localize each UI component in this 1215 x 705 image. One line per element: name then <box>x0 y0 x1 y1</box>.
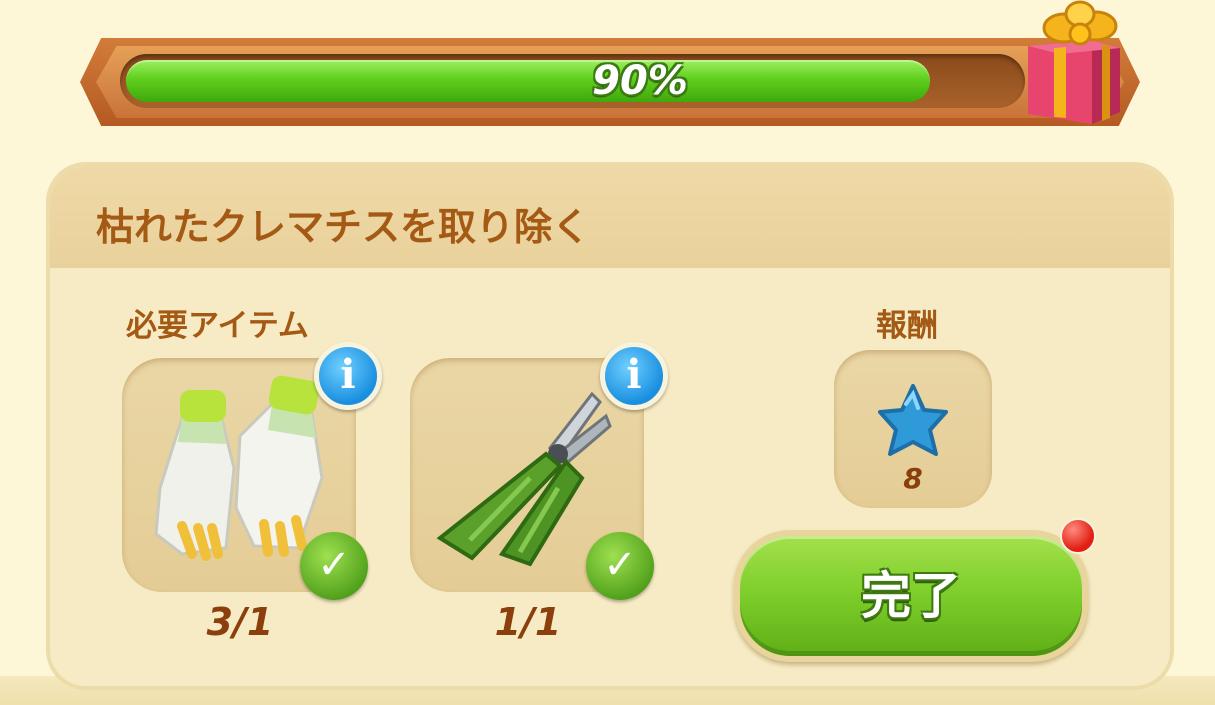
item-count-shears: 1/1 <box>494 600 562 644</box>
quest-panel: 枯れたクレマチスを取り除く 必要アイテム 報酬 i ✓ 3/1 i ✓ 1/1 … <box>46 162 1174 690</box>
gift-box-icon[interactable] <box>1020 0 1130 128</box>
reward-slot: 8 <box>834 350 992 508</box>
complete-button[interactable]: 完了 <box>734 530 1088 662</box>
check-icon-shears: ✓ <box>586 532 654 600</box>
notification-dot <box>1060 518 1096 554</box>
check-icon-gloves: ✓ <box>300 532 368 600</box>
complete-button-label: 完了 <box>861 567 961 625</box>
info-icon: i <box>340 351 356 398</box>
item-count-gloves: 3/1 <box>206 600 274 644</box>
quest-title: 枯れたクレマチスを取り除く <box>96 205 591 249</box>
complete-button-face: 完了 <box>740 536 1082 656</box>
item-info-button-shears[interactable]: i <box>600 342 668 410</box>
required-items-label: 必要アイテム <box>126 308 309 344</box>
progress-percent: 90% <box>592 58 688 104</box>
reward-label: 報酬 <box>876 308 938 344</box>
info-icon: i <box>626 351 642 398</box>
item-info-button-gloves[interactable]: i <box>314 342 382 410</box>
reward-count: 8 <box>903 462 923 495</box>
